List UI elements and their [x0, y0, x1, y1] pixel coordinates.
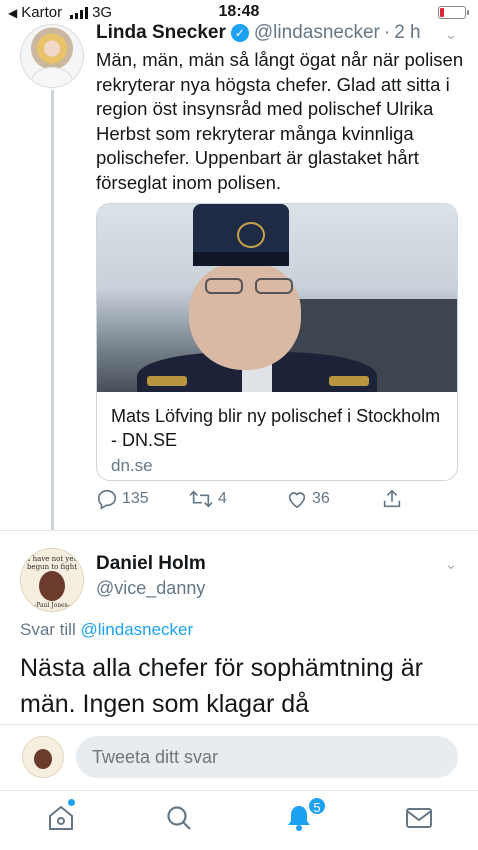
- chevron-down-icon[interactable]: ⌄: [445, 26, 457, 43]
- reply-text: Nästa alla chefer för sophämtning är män…: [20, 654, 423, 718]
- card-title: Mats Löfving blir ny polischef i Stockho…: [111, 406, 441, 450]
- separator-dot: ·: [383, 22, 391, 43]
- share-button[interactable]: [381, 488, 403, 510]
- reply-to-link[interactable]: @lindasnecker: [80, 620, 193, 639]
- home-unread-dot: [68, 799, 75, 806]
- card-domain: dn.se: [111, 456, 153, 475]
- tweet-text: Män, män, män så långt ögat når när poli…: [96, 49, 464, 193]
- avatar[interactable]: [20, 24, 84, 88]
- search-icon[interactable]: [164, 803, 194, 833]
- avatar-quote: I have not yet begun to fight: [26, 555, 78, 571]
- author-name[interactable]: Linda Snecker: [96, 22, 226, 44]
- tweet-age: 2 h: [394, 22, 421, 43]
- reply-to-prefix: Svar till: [20, 620, 76, 639]
- mail-icon[interactable]: [404, 803, 434, 833]
- thread-line: [51, 90, 54, 530]
- reply-count: 135: [122, 490, 149, 507]
- reply-author-handle[interactable]: @vice_danny: [96, 578, 205, 599]
- home-icon[interactable]: [46, 803, 76, 833]
- link-card[interactable]: Mats Löfving blir ny polischef i Stockho…: [96, 203, 458, 481]
- divider: [0, 790, 478, 791]
- compose-avatar: [22, 736, 64, 778]
- reply-icon: [97, 489, 117, 510]
- heart-icon: [288, 492, 306, 509]
- card-image: [97, 204, 457, 392]
- reply-button[interactable]: 135: [96, 488, 149, 510]
- notification-badge: 5: [307, 796, 327, 816]
- tweet-header: Linda Snecker ✓ @lindasnecker · 2 h: [96, 22, 421, 44]
- author-handle[interactable]: @lindasnecker: [254, 22, 380, 44]
- retweet-count: 4: [218, 490, 227, 507]
- retweet-button[interactable]: 4: [188, 488, 227, 510]
- like-button[interactable]: 36: [286, 488, 330, 510]
- divider: [0, 530, 478, 531]
- share-icon: [383, 489, 401, 508]
- retweet-icon: [189, 490, 213, 508]
- avatar-quote-author: -Paul Jones-: [34, 602, 70, 609]
- verified-badge-icon: ✓: [230, 24, 249, 42]
- reply-to-line: Svar till @lindasnecker: [20, 620, 193, 640]
- reply-avatar[interactable]: I have not yet begun to fight -Paul Jone…: [20, 548, 84, 612]
- tweet-actions: 135 4 36: [96, 488, 436, 516]
- reply-compose-input[interactable]: [76, 736, 458, 778]
- divider: [0, 724, 478, 725]
- reply-author-name[interactable]: Daniel Holm: [96, 553, 206, 575]
- battery-icon: [438, 6, 469, 19]
- clock: 18:48: [218, 3, 260, 20]
- like-count: 36: [312, 490, 330, 507]
- chevron-down-icon[interactable]: ⌄: [445, 556, 457, 573]
